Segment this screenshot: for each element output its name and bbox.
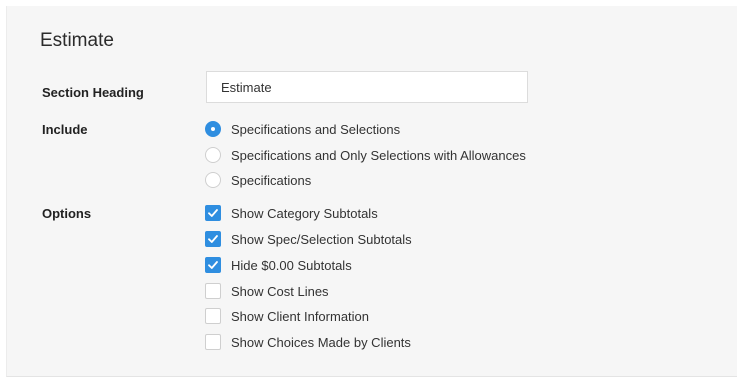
option-show-choices-made-by-clients[interactable]: Show Choices Made by Clients [205, 333, 411, 351]
checkbox-checked-icon[interactable] [205, 205, 221, 221]
estimate-panel: Estimate Section Heading Include Specifi… [6, 6, 737, 377]
radio-unselected-icon[interactable] [205, 147, 221, 163]
checkbox-unchecked-icon[interactable] [205, 283, 221, 299]
include-option-label: Specifications and Only Selections with … [231, 147, 526, 163]
include-label: Include [42, 122, 88, 137]
radio-selected-icon[interactable] [205, 121, 221, 137]
option-label: Show Client Information [231, 308, 370, 324]
checkbox-checked-icon[interactable] [205, 257, 221, 273]
option-show-client-information[interactable]: Show Client Information [205, 307, 369, 325]
checkbox-checked-icon[interactable] [205, 231, 221, 247]
include-option-label: Specifications [231, 172, 312, 188]
radio-unselected-icon[interactable] [205, 172, 221, 188]
include-option-specs-and-selections[interactable]: Specifications and Selections [205, 120, 400, 138]
checkbox-unchecked-icon[interactable] [205, 334, 221, 350]
checkbox-unchecked-icon[interactable] [205, 308, 221, 324]
section-title: Estimate [40, 30, 114, 51]
option-label: Show Spec/Selection Subtotals [231, 231, 412, 247]
option-show-category-subtotals[interactable]: Show Category Subtotals [205, 204, 378, 222]
option-label: Hide $0.00 Subtotals [231, 257, 352, 273]
option-label: Show Category Subtotals [231, 205, 378, 221]
include-option-label: Specifications and Selections [231, 121, 401, 137]
options-label: Options [42, 206, 92, 221]
option-label: Show Choices Made by Clients [231, 334, 411, 350]
option-show-cost-lines[interactable]: Show Cost Lines [205, 282, 329, 300]
include-option-specifications[interactable]: Specifications [205, 171, 311, 189]
option-hide-zero-subtotals[interactable]: Hide $0.00 Subtotals [205, 256, 352, 274]
section-heading-label: Section Heading [42, 85, 144, 100]
section-heading-input[interactable] [206, 71, 528, 103]
option-show-spec-selection-subtotals[interactable]: Show Spec/Selection Subtotals [205, 230, 412, 248]
option-label: Show Cost Lines [231, 283, 329, 299]
include-option-specs-and-allowance-selections[interactable]: Specifications and Only Selections with … [205, 146, 526, 164]
